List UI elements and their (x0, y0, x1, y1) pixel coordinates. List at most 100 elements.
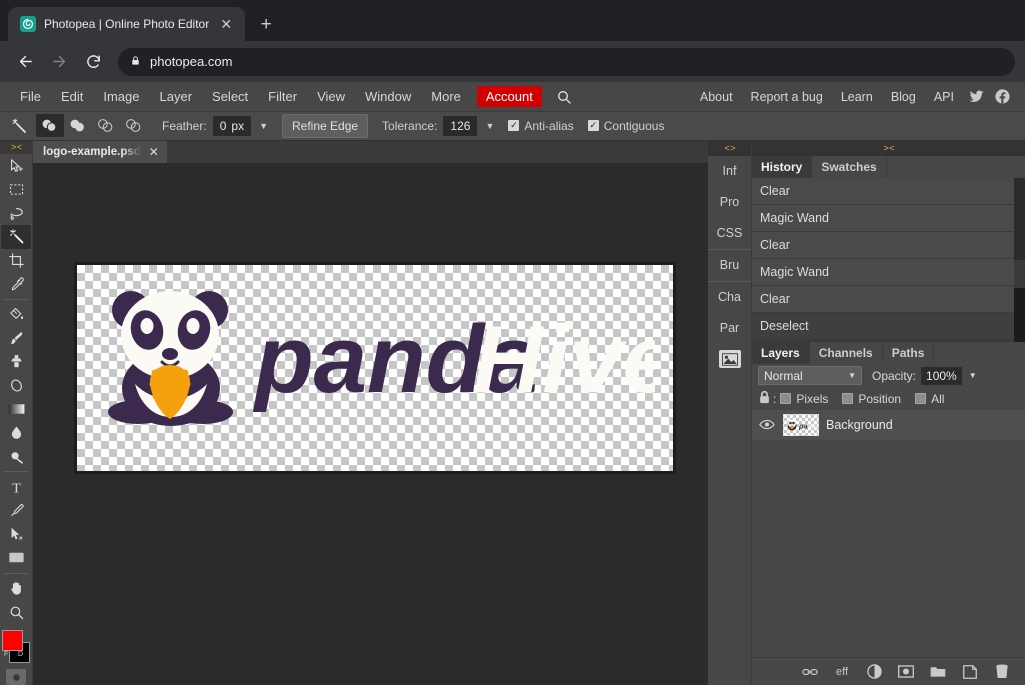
menu-file[interactable]: File (10, 82, 51, 112)
close-icon[interactable]: ✕ (149, 146, 159, 158)
path-selection-tool[interactable] (1, 522, 31, 546)
eye-icon[interactable] (758, 419, 776, 430)
close-icon[interactable]: ✕ (217, 15, 235, 33)
menu-filter[interactable]: Filter (258, 82, 307, 112)
history-item[interactable]: Clear (752, 285, 1014, 313)
history-item[interactable]: Clear (752, 177, 1014, 205)
blend-mode-select[interactable]: Normal ▼ (758, 366, 862, 386)
quick-mask-icon[interactable] (6, 669, 26, 685)
hand-tool[interactable] (1, 577, 31, 601)
facebook-icon[interactable] (989, 88, 1015, 105)
search-icon[interactable] (548, 89, 580, 105)
twitter-icon[interactable] (963, 88, 989, 105)
selection-mode-subtract[interactable] (92, 114, 120, 137)
color-picker[interactable]: F D (1, 629, 31, 663)
document-tab[interactable]: logo-example.psd ✕ (33, 140, 167, 163)
tab-history[interactable]: History (752, 155, 813, 178)
panels-collapse-toggle[interactable]: > < (752, 140, 1025, 156)
back-button[interactable] (10, 47, 40, 77)
gradient-tool[interactable] (1, 397, 31, 421)
contiguous-checkbox[interactable]: ✓ Contiguous (587, 119, 664, 133)
menu-view[interactable]: View (307, 82, 355, 112)
pen-tool[interactable] (1, 499, 31, 523)
foreground-color-swatch[interactable] (2, 629, 23, 651)
tolerance-input[interactable]: 126 (443, 115, 478, 136)
layer-mask-icon[interactable] (897, 663, 915, 681)
vtab-image[interactable] (708, 344, 751, 375)
tab-layers[interactable]: Layers (752, 341, 810, 364)
menu-window[interactable]: Window (355, 82, 421, 112)
tab-paths[interactable]: Paths (883, 341, 935, 364)
adjustment-layer-icon[interactable] (865, 663, 883, 681)
rectangular-marquee-tool[interactable] (1, 178, 31, 202)
tab-channels[interactable]: Channels (810, 341, 883, 364)
eraser-tool[interactable] (1, 374, 31, 398)
lock-all-checkbox[interactable]: All (915, 392, 944, 406)
move-tool[interactable] (1, 154, 31, 178)
selection-mode-add[interactable] (64, 114, 92, 137)
menu-report-a-bug[interactable]: Report a bug (742, 82, 832, 112)
layer-thumbnail[interactable]: pa Hi (783, 413, 819, 436)
refine-edge-button[interactable]: Refine Edge (282, 113, 369, 138)
lasso-tool[interactable] (1, 202, 31, 226)
feather-input[interactable]: 0 px (212, 115, 252, 136)
layer-row[interactable]: pa Hi Background (752, 409, 1025, 440)
type-tool[interactable]: T (1, 475, 31, 499)
vtab-brushes[interactable]: Bru (708, 250, 751, 281)
menu-image[interactable]: Image (93, 82, 149, 112)
eyedropper-tool[interactable] (1, 272, 31, 296)
browser-tab[interactable]: Photopea | Online Photo Editor ✕ (8, 7, 246, 41)
account-button[interactable]: Account (476, 86, 542, 107)
magic-wand-tool[interactable] (1, 225, 31, 249)
history-item[interactable]: Clear (752, 231, 1014, 259)
clone-stamp-tool[interactable] (1, 350, 31, 374)
lock-position-checkbox[interactable]: Position (842, 392, 901, 406)
brush-tool[interactable] (1, 327, 31, 351)
selection-mode-intersect[interactable] (120, 114, 148, 137)
history-scrollbar-thumb[interactable] (1014, 287, 1025, 342)
blur-tool[interactable] (1, 421, 31, 445)
delete-layer-icon[interactable] (993, 663, 1011, 681)
vtab-paragraph[interactable]: Par (708, 313, 751, 344)
zoom-tool[interactable] (1, 600, 31, 624)
history-item-current[interactable]: Deselect (752, 312, 1014, 340)
new-group-icon[interactable] (929, 663, 947, 681)
menu-layer[interactable]: Layer (150, 82, 203, 112)
menu-edit[interactable]: Edit (51, 82, 93, 112)
menu-learn[interactable]: Learn (832, 82, 882, 112)
anti-alias-checkbox[interactable]: ✓ Anti-alias (508, 119, 574, 133)
crop-tool[interactable] (1, 249, 31, 273)
document-canvas[interactable]: panda Hive (74, 261, 676, 474)
reload-button[interactable] (78, 47, 108, 77)
dodge-tool[interactable] (1, 445, 31, 469)
vtab-info[interactable]: Inf (708, 156, 751, 187)
feather-caret-icon[interactable]: ▼ (259, 121, 268, 131)
menu-select[interactable]: Select (202, 82, 258, 112)
tolerance-caret-icon[interactable]: ▼ (485, 121, 494, 131)
vtab-character[interactable]: Cha (708, 282, 751, 313)
menu-api[interactable]: API (925, 82, 963, 112)
menu-about[interactable]: About (691, 82, 742, 112)
new-tab-button[interactable]: + (251, 9, 281, 39)
vtab-properties[interactable]: Pro (708, 187, 751, 218)
tools-collapse-toggle[interactable]: > < (0, 140, 33, 155)
opacity-input[interactable]: 100% (921, 366, 962, 385)
vtab-css[interactable]: CSS (708, 218, 751, 249)
history-scrollbar[interactable] (1014, 177, 1025, 342)
right-tabs-collapse-toggle[interactable]: < > (708, 140, 751, 156)
menu-more[interactable]: More (421, 82, 471, 112)
history-item[interactable]: Magic Wand (752, 258, 1014, 286)
canvas-viewport[interactable]: panda Hive (33, 163, 708, 685)
history-item[interactable]: Magic Wand (752, 204, 1014, 232)
address-bar[interactable]: photopea.com (118, 47, 1015, 76)
opacity-caret-icon[interactable]: ▼ (969, 371, 977, 380)
link-layers-icon[interactable] (801, 663, 819, 681)
new-layer-icon[interactable] (961, 663, 979, 681)
selection-mode-new[interactable] (36, 114, 64, 138)
tab-swatches[interactable]: Swatches (812, 155, 887, 178)
layer-effects-icon[interactable]: eff (833, 663, 851, 681)
paint-bucket-tool[interactable] (1, 303, 31, 327)
menu-blog[interactable]: Blog (882, 82, 925, 112)
shape-tool[interactable] (1, 546, 31, 570)
magic-wand-icon[interactable] (6, 113, 32, 139)
